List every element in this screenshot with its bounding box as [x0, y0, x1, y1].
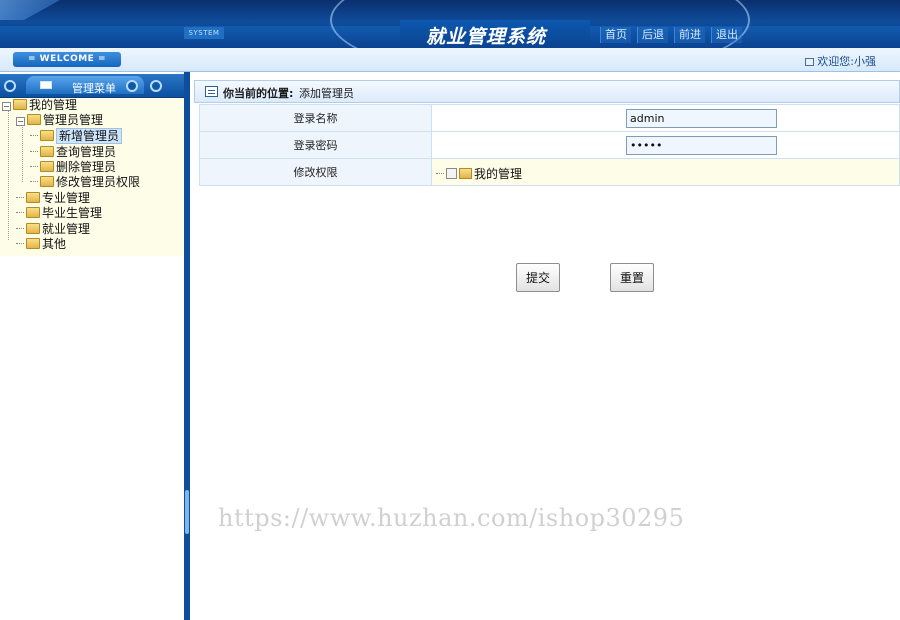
breadcrumb: 你当前的位置: 添加管理员 [194, 80, 900, 103]
app-header: SYSTEM 就业管理系统 首页 后退 前进 退出 [0, 0, 900, 48]
admin-form: 登录名称 admin 登录密码 ••••• 修改权限 我的管理 [199, 104, 900, 186]
sidebar: 管理菜单 − 我的管理 − 管理员管理 新增管理员 查询管理员 删除管理员 修改管理… [0, 72, 184, 620]
tree-node-employment[interactable]: 就业管理 [16, 222, 90, 237]
menu-header: 管理菜单 [0, 74, 184, 98]
form-row-permission: 修改权限 我的管理 [199, 158, 900, 186]
tree-node-admin-group[interactable]: − 管理员管理 [16, 113, 103, 128]
mail-icon [40, 81, 52, 89]
menu-dot-icon [4, 80, 16, 92]
password-input[interactable]: ••••• [626, 136, 777, 155]
username-label: 登录名称 [199, 104, 432, 132]
folder-icon [40, 146, 54, 157]
form-row-username: 登录名称 admin [199, 104, 900, 132]
tree-line [22, 124, 23, 182]
nav-back-link[interactable]: 后退 [637, 27, 668, 43]
folder-icon [40, 161, 54, 172]
menu-dot-icon [150, 80, 162, 92]
tree-node-add-admin[interactable]: 新增管理员 [30, 128, 123, 144]
main-content: 你当前的位置: 添加管理员 登录名称 admin 登录密码 ••••• 修改权限… [190, 72, 900, 620]
tree-node-other[interactable]: 其他 [16, 237, 66, 252]
folder-icon [27, 114, 41, 125]
collapse-icon[interactable]: − [2, 102, 11, 111]
folder-icon [26, 207, 40, 218]
watermark: https://www.huzhan.com/ishop30295 [218, 504, 685, 532]
folder-icon [459, 168, 472, 179]
location-icon [205, 86, 218, 97]
submit-button[interactable]: 提交 [516, 263, 560, 292]
password-label: 登录密码 [199, 131, 432, 159]
tree-node-delete-admin[interactable]: 删除管理员 [30, 160, 116, 175]
nav-logout-link[interactable]: 退出 [711, 27, 742, 43]
tree-node-query-admin[interactable]: 查询管理员 [30, 145, 116, 160]
folder-icon [26, 223, 40, 234]
menu-label: 管理菜单 [72, 82, 116, 95]
nav-forward-link[interactable]: 前进 [674, 27, 705, 43]
system-tag: SYSTEM [184, 27, 224, 39]
welcome-badge: = WELCOME = [13, 52, 121, 67]
username-input[interactable]: admin [626, 109, 777, 128]
tree-node-graduate[interactable]: 毕业生管理 [16, 206, 102, 221]
permission-node-label[interactable]: 我的管理 [474, 167, 522, 181]
welcome-user: 欢迎您:小强 [805, 53, 876, 69]
nav-home-link[interactable]: 首页 [600, 27, 631, 43]
tree-node-edit-permission[interactable]: 修改管理员权限 [30, 175, 140, 190]
top-nav: 首页 后退 前进 退出 [600, 27, 748, 43]
folder-icon [13, 99, 27, 110]
folder-icon [40, 176, 54, 187]
menu-dot-icon [126, 80, 138, 92]
folder-icon [40, 130, 54, 141]
app-title: 就业管理系统 [426, 26, 547, 48]
reset-button[interactable]: 重置 [610, 263, 654, 292]
splitter-grip[interactable] [185, 490, 189, 534]
welcome-user-text: 欢迎您:小强 [817, 55, 876, 68]
permission-label: 修改权限 [199, 158, 432, 186]
tree-node-major[interactable]: 专业管理 [16, 191, 90, 206]
breadcrumb-value: 添加管理员 [299, 87, 354, 100]
welcome-bar: = WELCOME = 欢迎您:小强 [0, 48, 900, 72]
menu-tree: − 我的管理 − 管理员管理 新增管理员 查询管理员 删除管理员 修改管理员权限 专… [0, 98, 184, 256]
folder-icon [26, 192, 40, 203]
tree-node-root[interactable]: − 我的管理 [2, 98, 77, 113]
breadcrumb-label: 你当前的位置: [223, 87, 294, 100]
folder-icon [26, 238, 40, 249]
user-icon [805, 58, 815, 66]
permission-tree: 我的管理 [436, 165, 522, 182]
tree-line [8, 108, 9, 240]
form-row-password: 登录密码 ••••• [199, 131, 900, 159]
header-decoration [0, 0, 60, 20]
collapse-icon[interactable]: − [16, 117, 25, 126]
permission-checkbox[interactable] [446, 168, 457, 179]
